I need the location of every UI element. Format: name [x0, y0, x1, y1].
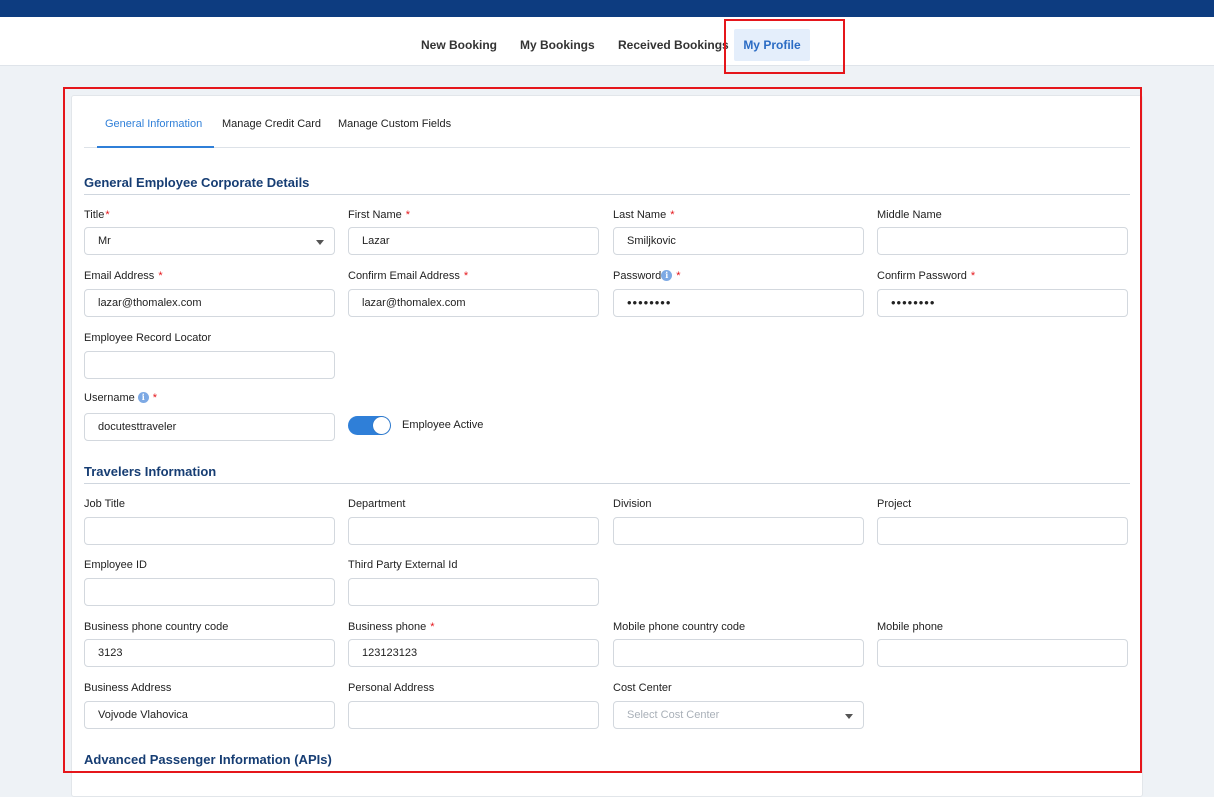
third-party-id-input[interactable] — [348, 578, 599, 606]
title-label: Title* — [84, 209, 110, 221]
username-label: Username i * — [84, 392, 158, 404]
info-icon[interactable]: i — [661, 270, 673, 281]
username-input[interactable]: docutesttraveler — [84, 413, 335, 441]
mobile-phone-label: Mobile phone — [877, 621, 944, 633]
tab-divider — [84, 147, 1130, 148]
personal-address-input[interactable] — [348, 701, 599, 729]
highlight-box-nav — [724, 19, 845, 74]
last-name-input[interactable]: Smiljkovic — [613, 227, 864, 255]
tab-general-information[interactable]: General Information — [105, 118, 202, 130]
employee-active-label: Employee Active — [402, 419, 484, 431]
job-title-label: Job Title — [84, 498, 125, 510]
project-label: Project — [877, 498, 912, 510]
email-label: Email Address * — [84, 270, 163, 282]
personal-address-label: Personal Address — [348, 682, 435, 694]
chevron-down-icon — [845, 714, 853, 719]
nav-received-bookings[interactable]: Received Bookings — [610, 29, 737, 61]
nav-new-booking[interactable]: New Booking — [413, 29, 505, 61]
required-marker: * — [105, 209, 110, 221]
required-marker: * — [430, 621, 435, 633]
cost-center-select[interactable]: Select Cost Center — [613, 701, 864, 729]
confirm-email-input[interactable]: lazar@thomalex.com — [348, 289, 599, 317]
business-phone-cc-label: Business phone country code — [84, 621, 229, 633]
required-marker: * — [463, 270, 469, 282]
section-title-apis: Advanced Passenger Information (APIs) — [84, 752, 332, 767]
employee-id-label: Employee ID — [84, 559, 147, 571]
cost-center-label: Cost Center — [613, 682, 672, 694]
employee-active-toggle[interactable] — [348, 416, 391, 435]
toggle-knob — [373, 417, 390, 434]
confirm-password-label: Confirm Password * — [877, 270, 976, 282]
password-label: Password i * — [613, 270, 681, 282]
section-title-travelers: Travelers Information — [84, 464, 217, 479]
business-phone-cc-input[interactable]: 3123 — [84, 639, 335, 667]
department-label: Department — [348, 498, 406, 510]
record-locator-label: Employee Record Locator — [84, 332, 212, 344]
middle-name-input[interactable] — [877, 227, 1128, 255]
nav-my-bookings[interactable]: My Bookings — [512, 29, 603, 61]
chevron-down-icon — [316, 240, 324, 245]
password-input[interactable]: •••••••• — [613, 289, 864, 317]
first-name-input[interactable]: Lazar — [348, 227, 599, 255]
mobile-phone-cc-label: Mobile phone country code — [613, 621, 746, 633]
section-divider — [84, 483, 1130, 484]
top-brand-bar — [0, 0, 1214, 17]
email-input[interactable]: lazar@thomalex.com — [84, 289, 335, 317]
required-marker: * — [676, 270, 681, 282]
tab-manage-custom-fields[interactable]: Manage Custom Fields — [338, 118, 451, 130]
middle-name-label: Middle Name — [877, 209, 942, 221]
section-title-general: General Employee Corporate Details — [84, 175, 310, 190]
section-divider — [84, 194, 1130, 195]
last-name-label: Last Name * — [613, 209, 675, 221]
business-phone-input[interactable]: 123123123 — [348, 639, 599, 667]
required-marker: * — [158, 270, 163, 282]
mobile-phone-cc-input[interactable] — [613, 639, 864, 667]
record-locator-input[interactable] — [84, 351, 335, 379]
business-address-label: Business Address — [84, 682, 172, 694]
required-marker: * — [670, 209, 675, 221]
main-nav: New Booking My Bookings Received Booking… — [0, 17, 1214, 66]
profile-card: General Information Manage Credit Card M… — [71, 95, 1143, 797]
employee-id-input[interactable] — [84, 578, 335, 606]
business-phone-label: Business phone * — [348, 621, 435, 633]
tab-manage-credit-card[interactable]: Manage Credit Card — [222, 118, 321, 130]
division-input[interactable] — [613, 517, 864, 545]
required-marker: * — [405, 209, 411, 221]
active-tab-indicator — [97, 146, 214, 148]
project-input[interactable] — [877, 517, 1128, 545]
required-marker: * — [970, 270, 976, 282]
first-name-label: First Name * — [348, 209, 411, 221]
business-address-input[interactable]: Vojvode Vlahovica — [84, 701, 335, 729]
confirm-email-label: Confirm Email Address * — [348, 270, 469, 282]
third-party-id-label: Third Party External Id — [348, 559, 458, 571]
info-icon[interactable]: i — [137, 392, 149, 403]
required-marker: * — [152, 392, 158, 404]
mobile-phone-input[interactable] — [877, 639, 1128, 667]
confirm-password-input[interactable]: •••••••• — [877, 289, 1128, 317]
division-label: Division — [613, 498, 652, 510]
job-title-input[interactable] — [84, 517, 335, 545]
department-input[interactable] — [348, 517, 599, 545]
title-select[interactable]: Mr — [84, 227, 335, 255]
